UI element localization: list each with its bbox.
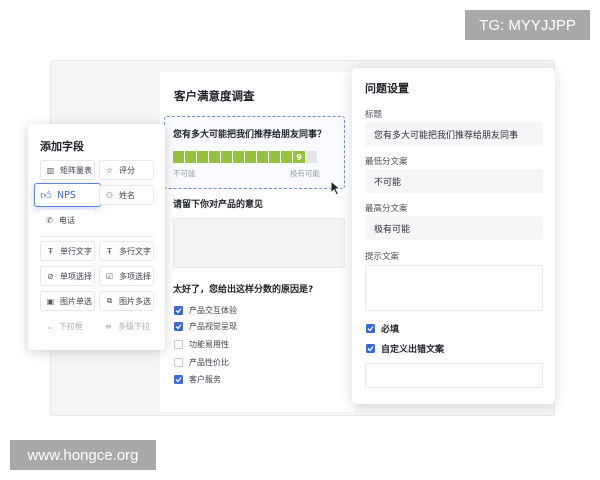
field-image-multi-button[interactable]: ⧉ 图片多选 — [99, 291, 154, 311]
settings-title: 问题设置 — [365, 82, 409, 95]
field-label: 评分 — [119, 165, 135, 175]
field-nps-button[interactable]: 👍︎ NPS — [34, 183, 101, 207]
chevron-down-icon: ⌄ — [46, 321, 53, 331]
nps-low-label: 不可能 — [173, 169, 196, 178]
person-icon: ⚇ — [105, 190, 114, 200]
field-label: 多行文字 — [119, 246, 151, 256]
mouse-cursor-icon — [330, 180, 342, 196]
checkbox-unchecked-icon[interactable] — [174, 358, 183, 367]
field-label: 电话 — [59, 215, 75, 225]
field-label: 下拉框 — [59, 321, 83, 331]
nps-score-cell[interactable] — [245, 151, 256, 163]
min-text-label: 最低分文案 — [365, 157, 408, 167]
feedback-textarea[interactable] — [173, 218, 345, 268]
nps-score-cell[interactable] — [173, 151, 184, 163]
hint-text-input[interactable] — [365, 265, 543, 311]
field-label: 图片多选 — [119, 296, 151, 306]
title-input[interactable]: 您有多大可能把我们推荐给朋友同事 — [365, 122, 543, 146]
cascade-icon: ≡ — [105, 321, 112, 331]
image-multi-icon: ⧉ — [106, 296, 113, 305]
reason-option[interactable]: 产品交互体验 — [174, 305, 237, 316]
reason-option-label: 功能易用性 — [189, 340, 229, 349]
nps-score-cell[interactable] — [197, 151, 208, 163]
hint-text-label: 提示文案 — [365, 252, 400, 262]
survey-title: 客户满意度调查 — [174, 89, 255, 103]
required-label: 必填 — [381, 325, 400, 335]
max-text-input[interactable]: 极有可能 — [365, 216, 543, 240]
field-phone-button[interactable]: ✆ 电话 — [40, 210, 95, 230]
field-multi-text-button[interactable]: Ŧ 多行文字 — [99, 241, 154, 261]
field-single-choice-button[interactable]: ⊘ 单项选择 — [40, 266, 95, 286]
custom-error-input[interactable] — [365, 363, 543, 388]
tg-watermark: TG: MYYJJPP — [465, 10, 590, 40]
field-label: 姓名 — [119, 190, 135, 200]
checkbox-checked-icon[interactable] — [174, 322, 183, 331]
nps-score-cell[interactable] — [209, 151, 220, 163]
nps-scale[interactable]: 9 — [173, 151, 317, 163]
text-icon: Ŧ — [107, 246, 112, 256]
field-matrix-button[interactable]: ▥ 矩阵量表 — [40, 160, 95, 180]
reason-option[interactable]: 产品视觉呈现 — [174, 321, 237, 332]
checkbox-checked-icon[interactable] — [366, 324, 375, 333]
nps-score-cell[interactable] — [221, 151, 232, 163]
field-rating-button[interactable]: ☆ 评分 — [99, 160, 154, 180]
field-label: 图片单选 — [60, 296, 92, 306]
nps-score-cell[interactable] — [281, 151, 292, 163]
nps-score-cell[interactable] — [269, 151, 280, 163]
reason-option[interactable]: 产品性价比 — [174, 357, 229, 368]
site-watermark: www.hongce.org — [10, 440, 156, 470]
field-label: 单行文字 — [60, 246, 92, 256]
checkbox-checked-icon[interactable] — [366, 344, 375, 353]
reason-option-label: 产品视觉呈现 — [189, 322, 237, 331]
nps-high-label: 极有可能 — [290, 169, 320, 178]
field-single-text-button[interactable]: Ŧ 单行文字 — [40, 241, 95, 261]
field-dropdown-button[interactable]: ⌄ 下拉框 — [40, 316, 95, 336]
nps-score-cell[interactable] — [185, 151, 196, 163]
field-cascade-button[interactable]: ≡ 多级下拉 — [99, 316, 154, 336]
custom-error-checkbox[interactable]: 自定义出错文案 — [366, 342, 444, 355]
custom-error-label: 自定义出错文案 — [381, 345, 445, 355]
nps-score-cell[interactable] — [257, 151, 268, 163]
add-field-title: 添加字段 — [40, 140, 84, 153]
checkbox-checked-icon[interactable] — [174, 306, 183, 315]
nps-question-title: 您有多大可能把我们推荐给朋友同事？ — [173, 130, 327, 140]
image-icon: ▣ — [46, 296, 55, 306]
nps-score-cell[interactable] — [306, 151, 317, 163]
reason-option[interactable]: 客户服务 — [174, 374, 221, 385]
title-label: 标题 — [365, 110, 383, 120]
nps-selected-score[interactable]: 9 — [293, 151, 305, 163]
reason-option[interactable]: 功能易用性 — [174, 339, 229, 350]
radio-check-icon: ⊘ — [47, 271, 54, 281]
reason-question-title: 太好了，您给出这样分数的原因是? — [173, 285, 314, 295]
reason-option-label: 产品性价比 — [189, 358, 229, 367]
matrix-icon: ▥ — [46, 165, 55, 175]
checkbox-unchecked-icon[interactable] — [174, 340, 183, 349]
reason-option-label: 产品交互体验 — [189, 306, 237, 315]
phone-icon: ✆ — [46, 215, 53, 225]
field-label: 多项选择 — [119, 271, 151, 281]
field-label: 多级下拉 — [118, 321, 150, 331]
max-text-label: 最高分文案 — [365, 204, 408, 214]
checkbox-icon: ☑ — [105, 271, 114, 281]
star-icon: ☆ — [105, 165, 114, 175]
field-label: 单项选择 — [60, 271, 92, 281]
checkbox-checked-icon[interactable] — [174, 375, 183, 384]
thumb-up-icon: 👍︎ — [40, 188, 52, 202]
text-icon: Ŧ — [48, 246, 53, 256]
reason-option-label: 客户服务 — [189, 375, 221, 384]
required-checkbox[interactable]: 必填 — [366, 322, 399, 335]
field-label: 矩阵量表 — [60, 165, 92, 175]
panel-divider — [40, 236, 154, 237]
field-name-button[interactable]: ⚇ 姓名 — [99, 185, 154, 205]
nps-score-cell[interactable] — [233, 151, 244, 163]
field-label: NPS — [57, 189, 76, 201]
field-image-single-button[interactable]: ▣ 图片单选 — [40, 291, 95, 311]
min-text-input[interactable]: 不可能 — [365, 169, 543, 193]
feedback-question-title: 请留下你对产品的意见 — [173, 200, 264, 210]
field-multi-choice-button[interactable]: ☑ 多项选择 — [99, 266, 154, 286]
